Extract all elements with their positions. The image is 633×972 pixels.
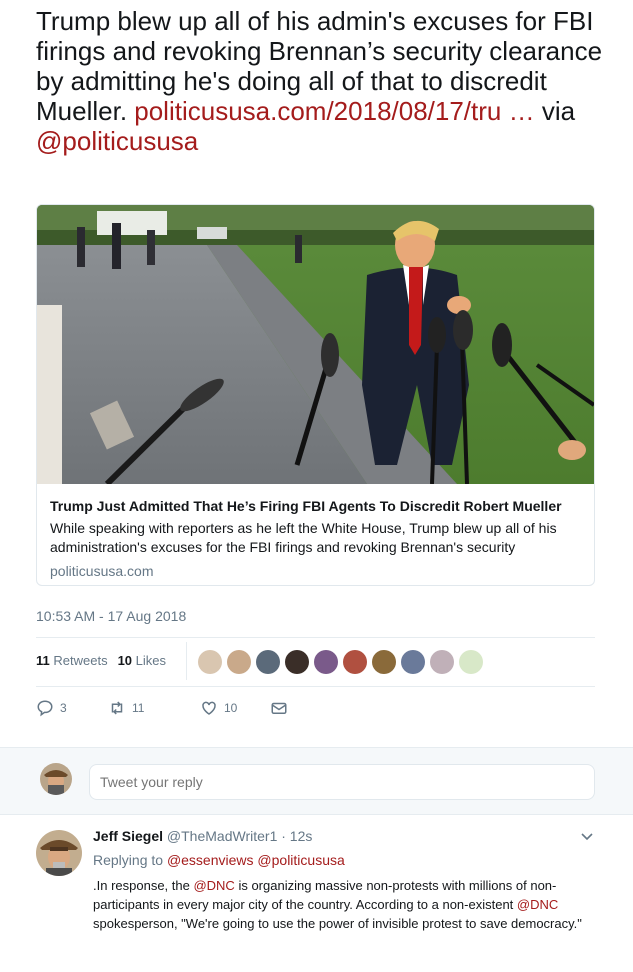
chevron-down-icon[interactable]: [580, 830, 594, 844]
retweets-stat[interactable]: 11 Retweets: [36, 653, 108, 668]
engagement-stats: 11 Retweets 10 Likes: [36, 653, 166, 668]
like-count: 10: [224, 701, 238, 715]
reply-header: Jeff Siegel @TheMadWriter1 · 12s: [93, 828, 312, 844]
stats-separator: [186, 642, 187, 680]
avatar[interactable]: [36, 830, 82, 876]
article-link[interactable]: politicususa.com/2018/08/17/tru …: [134, 96, 534, 126]
reply-author-name[interactable]: Jeff Siegel: [93, 828, 163, 844]
press-photo-image: [37, 205, 594, 484]
reply-text: .In response, the @DNC is organizing mas…: [93, 878, 582, 931]
via-label: via: [534, 96, 576, 126]
avatar[interactable]: [285, 650, 309, 674]
liker-avatars: [198, 650, 483, 674]
retweet-action[interactable]: 11: [108, 699, 200, 717]
link-card[interactable]: Trump Just Admitted That He’s Firing FBI…: [36, 204, 595, 586]
avatar[interactable]: [198, 650, 222, 674]
avatar[interactable]: [401, 650, 425, 674]
tweet-actions: 3 11 10: [36, 699, 288, 717]
card-body: Trump Just Admitted That He’s Firing FBI…: [50, 497, 585, 579]
replying-to: Replying to @essenviews @politicususa: [93, 852, 345, 868]
reply-action[interactable]: 3: [36, 699, 108, 717]
avatar[interactable]: [256, 650, 280, 674]
avatar[interactable]: [430, 650, 454, 674]
card-description: While speaking with reporters as he left…: [50, 520, 557, 555]
reply-icon: [37, 700, 53, 717]
avatar[interactable]: [314, 650, 338, 674]
tweet-text: Trump blew up all of his admin's excuses…: [36, 6, 626, 156]
reply-count: 3: [60, 701, 67, 715]
reply-tweet[interactable]: Jeff Siegel @TheMadWriter1 · 12s Replyin…: [0, 816, 633, 972]
reply-input[interactable]: [89, 764, 595, 800]
avatar[interactable]: [227, 650, 251, 674]
avatar[interactable]: [459, 650, 483, 674]
avatar[interactable]: [343, 650, 367, 674]
mention-politicususa[interactable]: @politicususa: [36, 126, 198, 156]
tweet-timestamp[interactable]: 10:53 AM - 17 Aug 2018: [36, 608, 186, 624]
retweet-icon: [111, 701, 123, 715]
avatar: [40, 763, 72, 795]
retweet-count: 11: [132, 701, 145, 715]
reply-author-handle[interactable]: @TheMadWriter1 · 12s: [167, 828, 312, 844]
avatar[interactable]: [372, 650, 396, 674]
mention-essenviews[interactable]: @essenviews: [167, 852, 254, 868]
mention-dnc[interactable]: @DNC: [193, 878, 234, 893]
card-domain: politicususa.com: [50, 563, 154, 579]
mention-dnc[interactable]: @DNC: [517, 897, 558, 912]
like-action[interactable]: 10: [200, 699, 270, 717]
envelope-icon: [271, 702, 287, 714]
direct-message-action[interactable]: [270, 699, 288, 717]
divider: [36, 637, 595, 638]
heart-icon: [202, 701, 216, 715]
likes-stat[interactable]: 10 Likes: [118, 653, 166, 668]
card-image: [37, 205, 594, 484]
card-title: Trump Just Admitted That He’s Firing FBI…: [50, 498, 562, 514]
mention-politicususa-reply[interactable]: @politicususa: [257, 852, 344, 868]
divider: [36, 686, 595, 687]
